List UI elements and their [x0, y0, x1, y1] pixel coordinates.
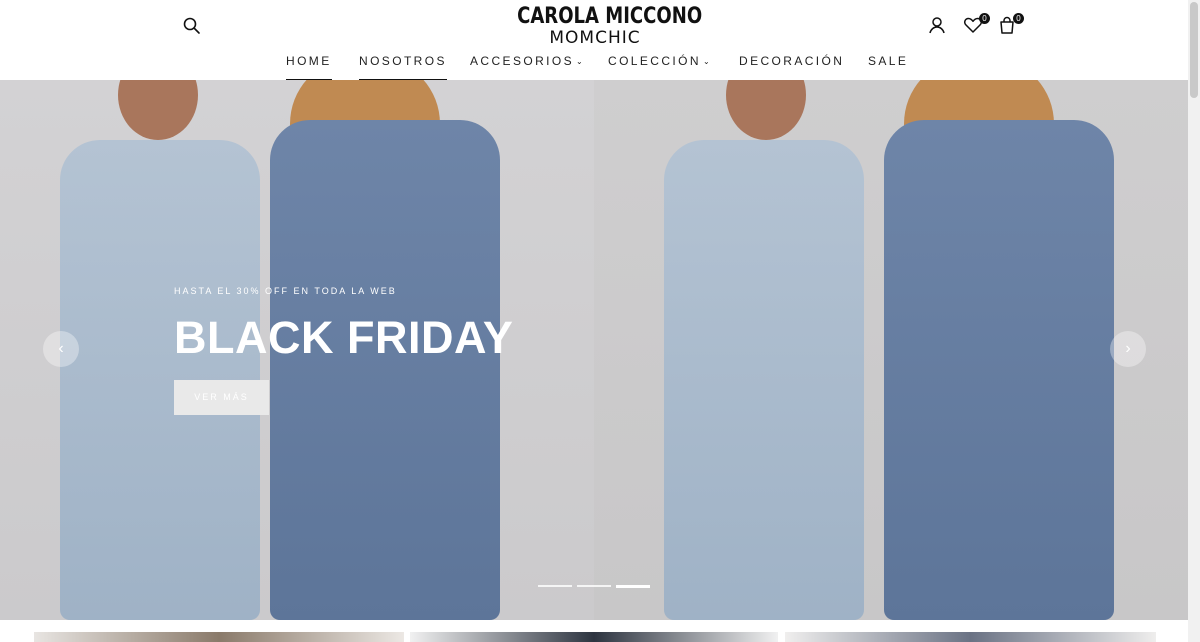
- nav-item-label: HOME: [286, 54, 332, 68]
- search-icon[interactable]: [182, 16, 202, 36]
- slider-next-button[interactable]: ›: [1110, 331, 1146, 367]
- page-scrollbar[interactable]: [1188, 0, 1200, 642]
- nav-item-home[interactable]: HOME: [286, 54, 332, 81]
- model-jumpsuit-dark: [270, 120, 500, 620]
- hero-subtitle: HASTA EL 30% OFF EN TODA LA WEB: [174, 286, 397, 296]
- nav-item-label: ACCESORIOS: [470, 54, 575, 68]
- nav-item-label: COLECCIÓN: [608, 54, 701, 68]
- nav-item-nosotros[interactable]: NOSOTROS: [359, 54, 447, 81]
- user-icon[interactable]: [926, 14, 948, 36]
- logo-brand-sub: MOMCHIC: [549, 28, 641, 48]
- nav-item-coleccion[interactable]: COLECCIÓN ⌄: [608, 54, 712, 79]
- hero-title: BLACK FRIDAY: [174, 312, 514, 363]
- chevron-right-icon: ›: [1125, 340, 1131, 357]
- logo-brand-name: CAROLA MICCONO: [517, 4, 703, 29]
- ver-mas-button[interactable]: VER MÁS: [174, 380, 269, 415]
- nav-item-label: NOSOTROS: [359, 54, 447, 68]
- slider-dot[interactable]: [577, 585, 611, 587]
- slider-prev-button[interactable]: ‹: [43, 331, 79, 367]
- chevron-down-icon: ⌄: [702, 57, 713, 66]
- model-face: [118, 80, 198, 140]
- chevron-down-icon: ⌄: [576, 57, 586, 66]
- model-jumpsuit-light: [664, 140, 864, 620]
- nav-item-decoracion[interactable]: DECORACIÓN: [739, 54, 844, 79]
- site-header: CAROLA MICCONO MOMCHIC 0 0 HOME NOSOTROS…: [0, 0, 1188, 81]
- nav-item-sale[interactable]: SALE: [868, 54, 908, 79]
- nav-item-accesorios[interactable]: ACCESORIOS ⌄: [470, 54, 585, 79]
- nav-item-label: DECORACIÓN: [739, 54, 845, 68]
- hero-slider: HASTA EL 30% OFF EN TODA LA WEB BLACK FR…: [0, 80, 1188, 620]
- cart-button[interactable]: 0: [996, 13, 1024, 36]
- main-nav: HOME NOSOTROS ACCESORIOS ⌄ COLECCIÓN ⌄ DEC…: [0, 54, 1188, 81]
- chevron-left-icon: ‹: [58, 340, 64, 357]
- model-jumpsuit-dark: [884, 120, 1114, 620]
- scrollbar-thumb[interactable]: [1190, 2, 1198, 98]
- category-thumbnail[interactable]: [410, 632, 778, 642]
- slider-pagination: [538, 585, 652, 589]
- cart-count-badge: 0: [1013, 13, 1024, 24]
- model-face: [726, 80, 806, 140]
- slider-dot[interactable]: [538, 585, 572, 587]
- slider-dot-active[interactable]: [616, 585, 650, 588]
- site-logo[interactable]: CAROLA MICCONO MOMCHIC: [500, 4, 703, 48]
- header-icons: 0 0: [926, 13, 1036, 40]
- hero-image-right: [594, 80, 1188, 620]
- nav-item-label: SALE: [868, 54, 909, 68]
- wishlist-button[interactable]: 0: [962, 13, 990, 36]
- category-thumbnail[interactable]: [34, 632, 404, 642]
- category-thumbnail[interactable]: [785, 632, 1156, 642]
- wishlist-count-badge: 0: [979, 13, 990, 24]
